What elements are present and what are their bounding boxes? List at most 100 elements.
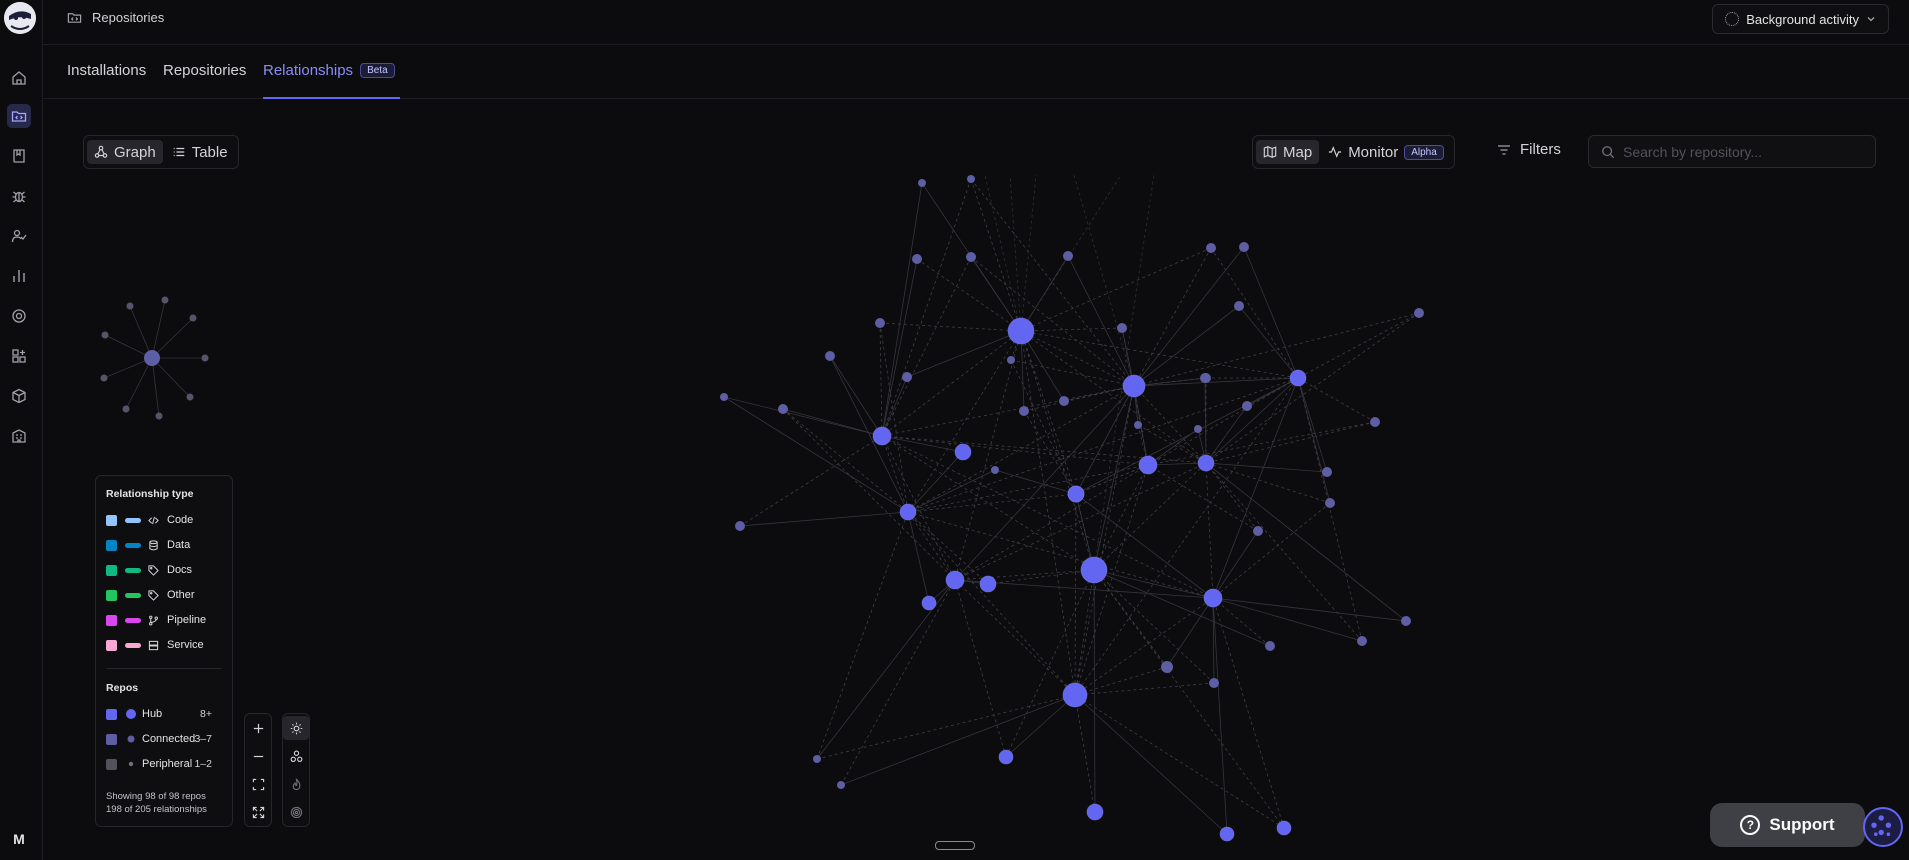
relationship-edge bbox=[1133, 312, 1420, 387]
repo-node[interactable] bbox=[122, 405, 130, 413]
repo-node[interactable] bbox=[1322, 467, 1332, 477]
repo-node[interactable] bbox=[966, 252, 976, 262]
legend-row-hub[interactable]: Hub 8+ bbox=[106, 707, 222, 721]
repo-node[interactable] bbox=[1242, 401, 1252, 411]
repo-node[interactable] bbox=[186, 393, 194, 401]
repo-node[interactable] bbox=[161, 296, 169, 304]
target-button[interactable] bbox=[283, 800, 309, 824]
repo-node[interactable] bbox=[991, 466, 999, 474]
legend-row-code[interactable]: Code bbox=[106, 513, 193, 527]
repo-node[interactable] bbox=[902, 372, 912, 382]
repo-node[interactable] bbox=[954, 443, 972, 461]
repo-node[interactable] bbox=[1063, 251, 1073, 261]
legend-label: Other bbox=[167, 589, 195, 601]
repo-node[interactable] bbox=[1134, 421, 1142, 429]
fit-view-button[interactable] bbox=[245, 772, 271, 796]
repo-node[interactable] bbox=[1206, 243, 1216, 253]
map-mode-button[interactable]: Map bbox=[1256, 140, 1320, 164]
repo-node[interactable] bbox=[100, 374, 108, 382]
repo-node[interactable] bbox=[1138, 455, 1158, 475]
repo-node[interactable] bbox=[1219, 826, 1235, 842]
repo-node[interactable] bbox=[1062, 682, 1088, 708]
repo-node[interactable] bbox=[735, 521, 745, 531]
repo-node[interactable] bbox=[778, 404, 788, 414]
support-button[interactable]: ? Support bbox=[1710, 803, 1865, 847]
repo-node[interactable] bbox=[1203, 588, 1223, 608]
legend-swatch bbox=[106, 589, 117, 601]
legend-row-service[interactable]: Service bbox=[106, 638, 204, 652]
repo-node[interactable] bbox=[1265, 641, 1275, 651]
repo-node[interactable] bbox=[1239, 242, 1249, 252]
repo-node[interactable] bbox=[1289, 369, 1307, 387]
repo-node[interactable] bbox=[1357, 636, 1367, 646]
relationship-edge bbox=[881, 376, 908, 437]
repo-node[interactable] bbox=[967, 175, 975, 183]
database-icon bbox=[148, 539, 161, 551]
legend-row-pipeline[interactable]: Pipeline bbox=[106, 613, 206, 627]
heat-button[interactable] bbox=[283, 772, 309, 796]
relationship-edge bbox=[970, 178, 1135, 387]
repo-node[interactable] bbox=[837, 781, 845, 789]
assistant-button[interactable] bbox=[1863, 807, 1903, 847]
repo-node[interactable] bbox=[1414, 308, 1424, 318]
repo-node[interactable] bbox=[872, 426, 892, 446]
relationship-edge bbox=[1212, 597, 1271, 647]
repo-node[interactable] bbox=[720, 393, 728, 401]
repo-node[interactable] bbox=[875, 318, 885, 328]
repo-node[interactable] bbox=[813, 755, 821, 763]
repo-node[interactable] bbox=[1080, 556, 1108, 584]
repo-node[interactable] bbox=[201, 354, 209, 362]
repo-node[interactable] bbox=[1194, 425, 1202, 433]
light-mode-button[interactable] bbox=[283, 716, 309, 740]
repo-node[interactable] bbox=[1197, 454, 1215, 472]
repo-node[interactable] bbox=[126, 302, 134, 310]
relationship-edge bbox=[1020, 330, 1077, 495]
repo-node[interactable] bbox=[825, 351, 835, 361]
repo-node[interactable] bbox=[921, 595, 937, 611]
repo-node[interactable] bbox=[1161, 661, 1173, 673]
list-icon bbox=[173, 147, 184, 157]
repo-node[interactable] bbox=[155, 412, 163, 420]
repo-node[interactable] bbox=[1276, 820, 1292, 836]
relationship-edge bbox=[1147, 421, 1376, 466]
repo-node[interactable] bbox=[1370, 417, 1380, 427]
repo-node[interactable] bbox=[1117, 323, 1127, 333]
zoom-out-button[interactable] bbox=[245, 744, 271, 768]
repo-node[interactable] bbox=[1067, 485, 1085, 503]
repo-node[interactable] bbox=[1209, 678, 1219, 688]
repo-node[interactable] bbox=[1234, 301, 1244, 311]
repo-node[interactable] bbox=[998, 749, 1014, 765]
expand-button[interactable] bbox=[245, 800, 271, 824]
repo-node[interactable] bbox=[1086, 803, 1104, 821]
cluster-button[interactable] bbox=[283, 744, 309, 768]
repo-node[interactable] bbox=[1007, 356, 1015, 364]
legend-row-peripheral[interactable]: Peripheral 1–2 bbox=[106, 757, 222, 771]
repo-node[interactable] bbox=[918, 179, 926, 187]
legend-row-other[interactable]: Other bbox=[106, 588, 195, 602]
repo-node[interactable] bbox=[912, 254, 922, 264]
legend-row-connected[interactable]: Connected 3–7 bbox=[106, 732, 222, 746]
drag-handle[interactable] bbox=[935, 841, 975, 850]
repo-node[interactable] bbox=[1007, 317, 1035, 345]
repo-node[interactable] bbox=[1122, 374, 1146, 398]
legend-row-data[interactable]: Data bbox=[106, 538, 190, 552]
repo-node[interactable] bbox=[189, 314, 197, 322]
repo-node[interactable] bbox=[1059, 396, 1069, 406]
repo-node[interactable] bbox=[979, 575, 997, 593]
repo-node[interactable] bbox=[1253, 526, 1263, 536]
legend-row-docs[interactable]: Docs bbox=[106, 563, 192, 577]
repo-node[interactable] bbox=[1200, 373, 1210, 383]
repo-node[interactable] bbox=[101, 331, 109, 339]
repo-node[interactable] bbox=[144, 350, 160, 366]
monitor-mode-button[interactable]: Monitor Alpha bbox=[1321, 140, 1451, 164]
graph-view-button[interactable]: Graph bbox=[87, 140, 163, 164]
repo-node[interactable] bbox=[1325, 498, 1335, 508]
repo-node[interactable] bbox=[1019, 406, 1029, 416]
repo-node[interactable] bbox=[1401, 616, 1411, 626]
table-view-button[interactable]: Table bbox=[165, 140, 235, 164]
repo-node[interactable] bbox=[945, 570, 965, 590]
zoom-in-button[interactable] bbox=[245, 716, 271, 740]
repo-node[interactable] bbox=[899, 503, 917, 521]
filters-button[interactable]: Filters bbox=[1496, 141, 1561, 158]
search-input[interactable] bbox=[1621, 142, 1865, 161]
